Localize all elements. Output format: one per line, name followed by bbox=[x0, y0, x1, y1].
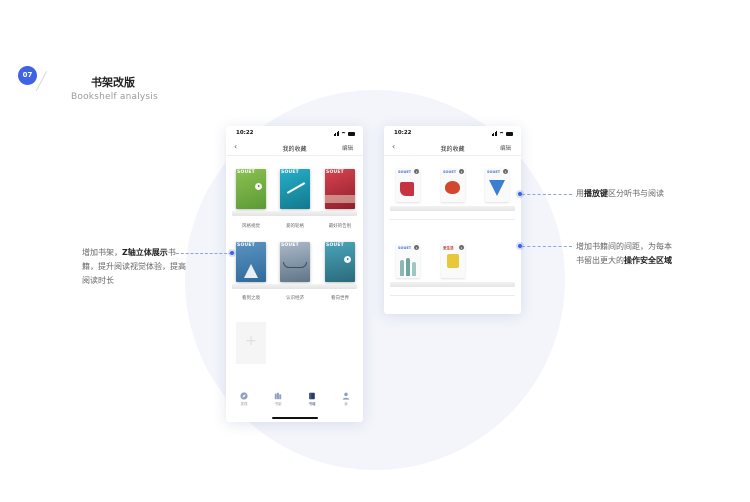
book-cover[interactable]: SOUET bbox=[441, 168, 465, 202]
book-title: 风格视觉 bbox=[242, 224, 260, 229]
book-cover[interactable]: SOUET bbox=[236, 242, 266, 282]
book-cover[interactable]: SOUET bbox=[485, 168, 509, 202]
row-divider bbox=[390, 219, 515, 220]
magazine-title: SOUET bbox=[326, 243, 344, 248]
tab-label: 发现 bbox=[240, 402, 248, 406]
magazine-title: SOUET bbox=[443, 170, 457, 174]
book-icon bbox=[309, 392, 315, 400]
battery-icon bbox=[506, 132, 513, 136]
tab-label: 书架 bbox=[274, 402, 282, 406]
play-icon[interactable] bbox=[414, 245, 419, 250]
book-cover[interactable]: SOUET bbox=[280, 169, 310, 209]
bookshelf-board bbox=[232, 211, 357, 216]
note-3d-shelf: 增加书架，Z轴立体展示书籍，提升阅读视觉体验，提高阅读时长 bbox=[82, 248, 186, 285]
wifi-icon bbox=[499, 131, 504, 136]
book-cover[interactable]: SOUET bbox=[236, 169, 266, 209]
tab-bookstore[interactable]: 书城 bbox=[302, 392, 322, 407]
book-cover[interactable]: SOUET bbox=[396, 168, 420, 202]
magazine-title: SOUET bbox=[326, 170, 344, 175]
book-title: 看到之境 bbox=[242, 296, 260, 301]
nav-bar: ‹ 我的收藏 编辑 bbox=[384, 140, 521, 156]
system-icons bbox=[491, 131, 513, 136]
plus-icon: + bbox=[245, 333, 257, 349]
tab-me[interactable]: 我 bbox=[336, 392, 356, 407]
magazine-title: SOUET bbox=[487, 170, 501, 174]
callout-line bbox=[176, 253, 232, 254]
magazine-title: SOUET bbox=[237, 170, 255, 175]
row-divider bbox=[390, 295, 515, 296]
play-icon[interactable] bbox=[459, 169, 464, 174]
divider-slash bbox=[35, 71, 48, 91]
tab-label: 书城 bbox=[308, 402, 316, 406]
step-badge: 07 bbox=[18, 66, 37, 85]
battery-icon bbox=[348, 132, 355, 136]
phone-bookshelf-spacing: 10:22 ‹ 我的收藏 编辑 SOUET SOUET SOUET SOUET bbox=[384, 126, 521, 314]
book-title: 认识经济 bbox=[286, 296, 304, 301]
note-book-spacing: 增加书籍间的间距，为每本书留出更大的操作安全区域 bbox=[576, 242, 672, 265]
status-bar: 10:22 bbox=[226, 126, 363, 140]
bookshelf-board bbox=[390, 206, 515, 211]
book-cover[interactable]: SOUET bbox=[325, 242, 355, 282]
play-icon[interactable] bbox=[255, 183, 262, 190]
book-title: 看向世界 bbox=[331, 296, 349, 301]
nav-bar: ‹ 我的收藏 编辑 bbox=[226, 140, 363, 156]
callout-line bbox=[522, 194, 572, 195]
section-title: 书架改版 bbox=[91, 76, 135, 89]
add-book-slot[interactable]: + bbox=[236, 322, 266, 364]
callout-line bbox=[522, 246, 572, 247]
compass-icon bbox=[240, 392, 248, 400]
magazine-title: 爱生活 bbox=[443, 246, 454, 250]
callout-dot bbox=[230, 251, 234, 255]
signal-icon bbox=[491, 131, 497, 136]
note-play-button: 用播放键区分听书与阅读 bbox=[576, 189, 664, 198]
play-icon[interactable] bbox=[414, 169, 419, 174]
edit-button[interactable]: 编辑 bbox=[500, 144, 511, 152]
book-cover[interactable]: SOUET bbox=[396, 244, 420, 278]
play-icon[interactable] bbox=[459, 245, 464, 250]
bookshelf-board bbox=[232, 284, 357, 289]
tab-bar: 发现 书架 书城 我 bbox=[226, 386, 363, 422]
magazine-title: SOUET bbox=[281, 243, 299, 248]
play-icon[interactable] bbox=[503, 169, 508, 174]
status-time: 10:22 bbox=[394, 130, 412, 136]
magazine-title: SOUET bbox=[398, 170, 412, 174]
tab-bookshelf[interactable]: 书架 bbox=[268, 392, 288, 407]
section-subtitle: Bookshelf analysis bbox=[71, 92, 158, 102]
book-cover[interactable]: 爱生活 bbox=[441, 244, 465, 278]
phone-bookshelf-3d: 10:22 ‹ 我的收藏 编辑 SOUET SOUET SOUET 风格视觉 爱… bbox=[226, 126, 363, 422]
tab-discover[interactable]: 发现 bbox=[234, 392, 254, 407]
tab-label: 我 bbox=[344, 402, 348, 406]
bookshelf-icon bbox=[274, 392, 282, 400]
play-icon[interactable] bbox=[344, 256, 351, 263]
magazine-title: SOUET bbox=[398, 246, 412, 250]
book-title: 最好的告别 bbox=[328, 224, 352, 229]
user-icon bbox=[342, 392, 350, 400]
book-cover[interactable]: SOUET bbox=[280, 242, 310, 282]
book-title: 爱的轮格 bbox=[286, 224, 304, 229]
status-time: 10:22 bbox=[236, 130, 254, 136]
signal-icon bbox=[333, 131, 339, 136]
system-icons bbox=[333, 131, 355, 136]
wifi-icon bbox=[341, 131, 346, 136]
magazine-title: SOUET bbox=[237, 243, 255, 248]
edit-button[interactable]: 编辑 bbox=[342, 144, 353, 152]
home-indicator bbox=[272, 417, 318, 419]
book-cover[interactable]: SOUET bbox=[325, 169, 355, 209]
bookshelf-board bbox=[390, 282, 515, 287]
magazine-title: SOUET bbox=[281, 170, 299, 175]
status-bar: 10:22 bbox=[384, 126, 521, 140]
